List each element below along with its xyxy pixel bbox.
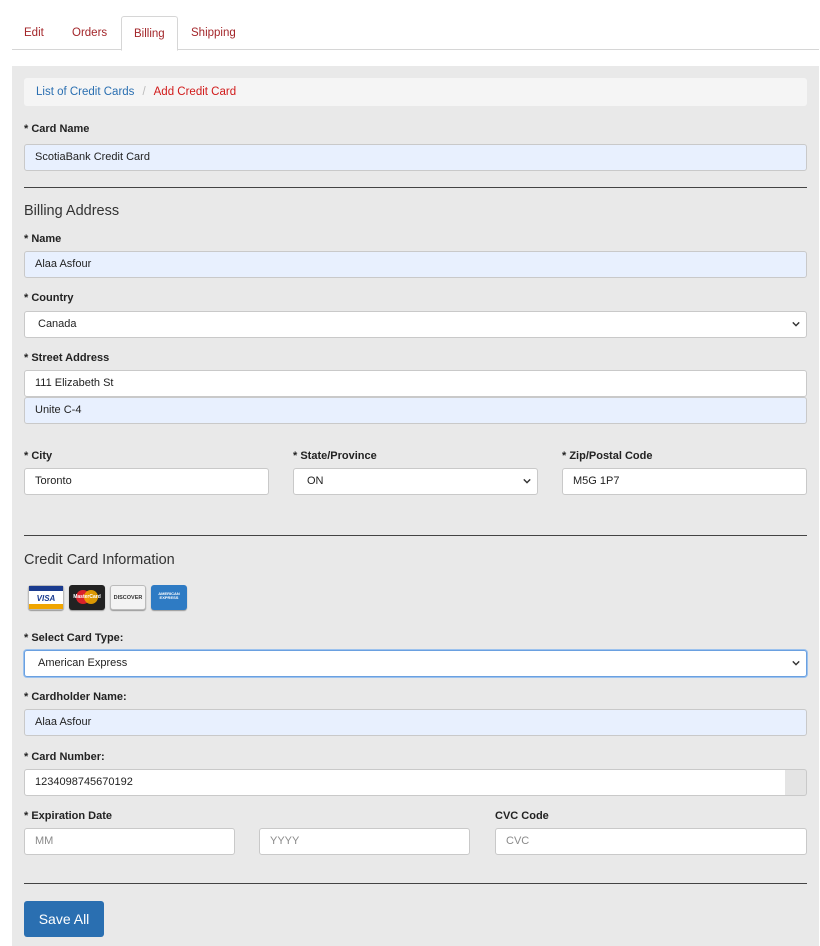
chevron-down-icon [792, 321, 800, 327]
street-address-line1-input[interactable]: 111 Elizabeth St [24, 370, 807, 397]
card-number-addon [785, 769, 807, 796]
mastercard-logo: MasterCard [69, 585, 105, 610]
divider [24, 187, 807, 188]
divider [24, 535, 807, 536]
street-address-line2-input[interactable]: Unite C-4 [24, 397, 807, 424]
card-type-select[interactable]: American Express [24, 650, 807, 677]
name-label: * Name [24, 233, 62, 245]
breadcrumb-separator: / [142, 86, 146, 98]
country-value: Canada [38, 318, 77, 330]
expiry-month-input[interactable]: MM [24, 828, 235, 855]
city-label: * City [24, 450, 53, 462]
cardholder-name-label: * Cardholder Name: [24, 691, 127, 703]
name-input[interactable]: Alaa Asfour [24, 251, 807, 278]
state-province-value: ON [307, 475, 324, 487]
cardholder-name-input[interactable]: Alaa Asfour [24, 709, 807, 736]
tab-shipping[interactable]: Shipping [179, 16, 248, 50]
street-address-label: * Street Address [24, 352, 110, 364]
visa-logo: VISA [28, 585, 64, 610]
card-number-label: * Card Number: [24, 751, 105, 763]
cvc-label: CVC Code [495, 810, 549, 822]
card-name-input[interactable]: ScotiaBank Credit Card [24, 144, 807, 171]
billing-panel: List of Credit Cards / Add Credit Card * C… [12, 66, 819, 946]
cvc-input[interactable]: CVC [495, 828, 807, 855]
discover-logo: DISCOVER [110, 585, 146, 610]
breadcrumb-current: Add Credit Card [153, 86, 237, 98]
card-name-label: * Card Name [24, 123, 90, 135]
city-input[interactable]: Toronto [24, 468, 269, 495]
country-select[interactable]: Canada [24, 311, 807, 338]
breadcrumb-list-link[interactable]: List of Credit Cards [36, 86, 134, 98]
zip-postal-input[interactable]: M5G 1P7 [562, 468, 807, 495]
state-province-select[interactable]: ON [293, 468, 538, 495]
zip-postal-label: * Zip/Postal Code [562, 450, 653, 462]
tab-edit[interactable]: Edit [12, 16, 56, 50]
expiration-date-label: * Expiration Date [24, 810, 113, 822]
card-number-input[interactable]: 1234098745670192 [24, 769, 786, 796]
breadcrumb: List of Credit Cards / Add Credit Card [24, 78, 807, 106]
amex-logo: AMERICAN EXPRESS [151, 585, 187, 610]
tab-billing[interactable]: Billing [121, 16, 178, 51]
card-type-label: * Select Card Type: [24, 632, 124, 644]
save-all-button[interactable]: Save All [24, 901, 104, 937]
billing-address-title: Billing Address [24, 203, 120, 219]
credit-card-info-title: Credit Card Information [24, 552, 175, 568]
expiry-year-input[interactable]: YYYY [259, 828, 470, 855]
card-type-value: American Express [38, 657, 128, 669]
state-province-label: * State/Province [293, 450, 377, 462]
chevron-down-icon [792, 660, 800, 666]
tab-bar: Edit Orders Billing Shipping [12, 16, 819, 51]
chevron-down-icon [523, 478, 531, 484]
divider [24, 883, 807, 884]
country-label: * Country [24, 292, 74, 304]
tab-orders[interactable]: Orders [60, 16, 119, 50]
